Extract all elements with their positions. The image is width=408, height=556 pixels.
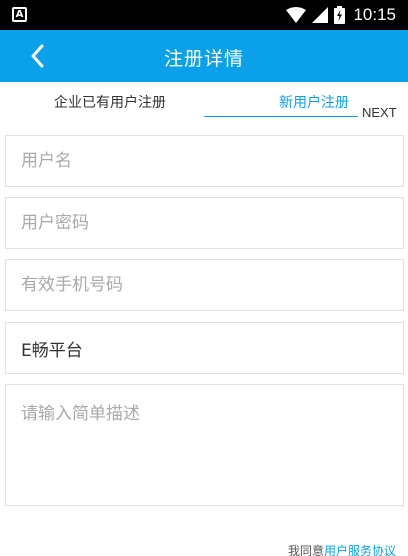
- next-button[interactable]: NEXT: [362, 105, 397, 120]
- username-input[interactable]: [6, 136, 403, 186]
- agreement-prefix: 我同意: [287, 544, 324, 556]
- password-input[interactable]: [6, 198, 403, 248]
- notification-icon: A: [12, 7, 27, 22]
- status-icons: 10:15: [286, 4, 396, 26]
- active-tab-indicator: [204, 116, 358, 117]
- signal-icon: [312, 7, 329, 23]
- battery-icon: [334, 6, 346, 24]
- agreement-text: 我同意用户服务协议: [288, 542, 396, 556]
- page-title: 注册详情: [163, 48, 244, 70]
- registration-tabs: 企业已有用户注册 新用户注册 NEXT: [0, 82, 408, 124]
- description-textarea[interactable]: [6, 385, 403, 505]
- tab-existing-user[interactable]: 企业已有用户注册: [54, 92, 166, 112]
- platform-field-container: [5, 322, 404, 374]
- phone-field-container: [5, 259, 404, 311]
- tab-new-user[interactable]: 新用户注册: [279, 92, 349, 112]
- username-field-container: [5, 135, 404, 187]
- status-bar: A 10:15: [0, 0, 408, 30]
- wifi-icon: [286, 7, 307, 23]
- status-time: 10:15: [353, 5, 396, 24]
- password-field-container: [5, 197, 404, 249]
- app-bar: 注册详情: [0, 30, 408, 82]
- service-agreement-link[interactable]: 用户服务协议: [324, 544, 396, 556]
- phone-input[interactable]: [6, 260, 403, 310]
- platform-input[interactable]: [6, 323, 403, 373]
- description-field-container: [5, 384, 404, 506]
